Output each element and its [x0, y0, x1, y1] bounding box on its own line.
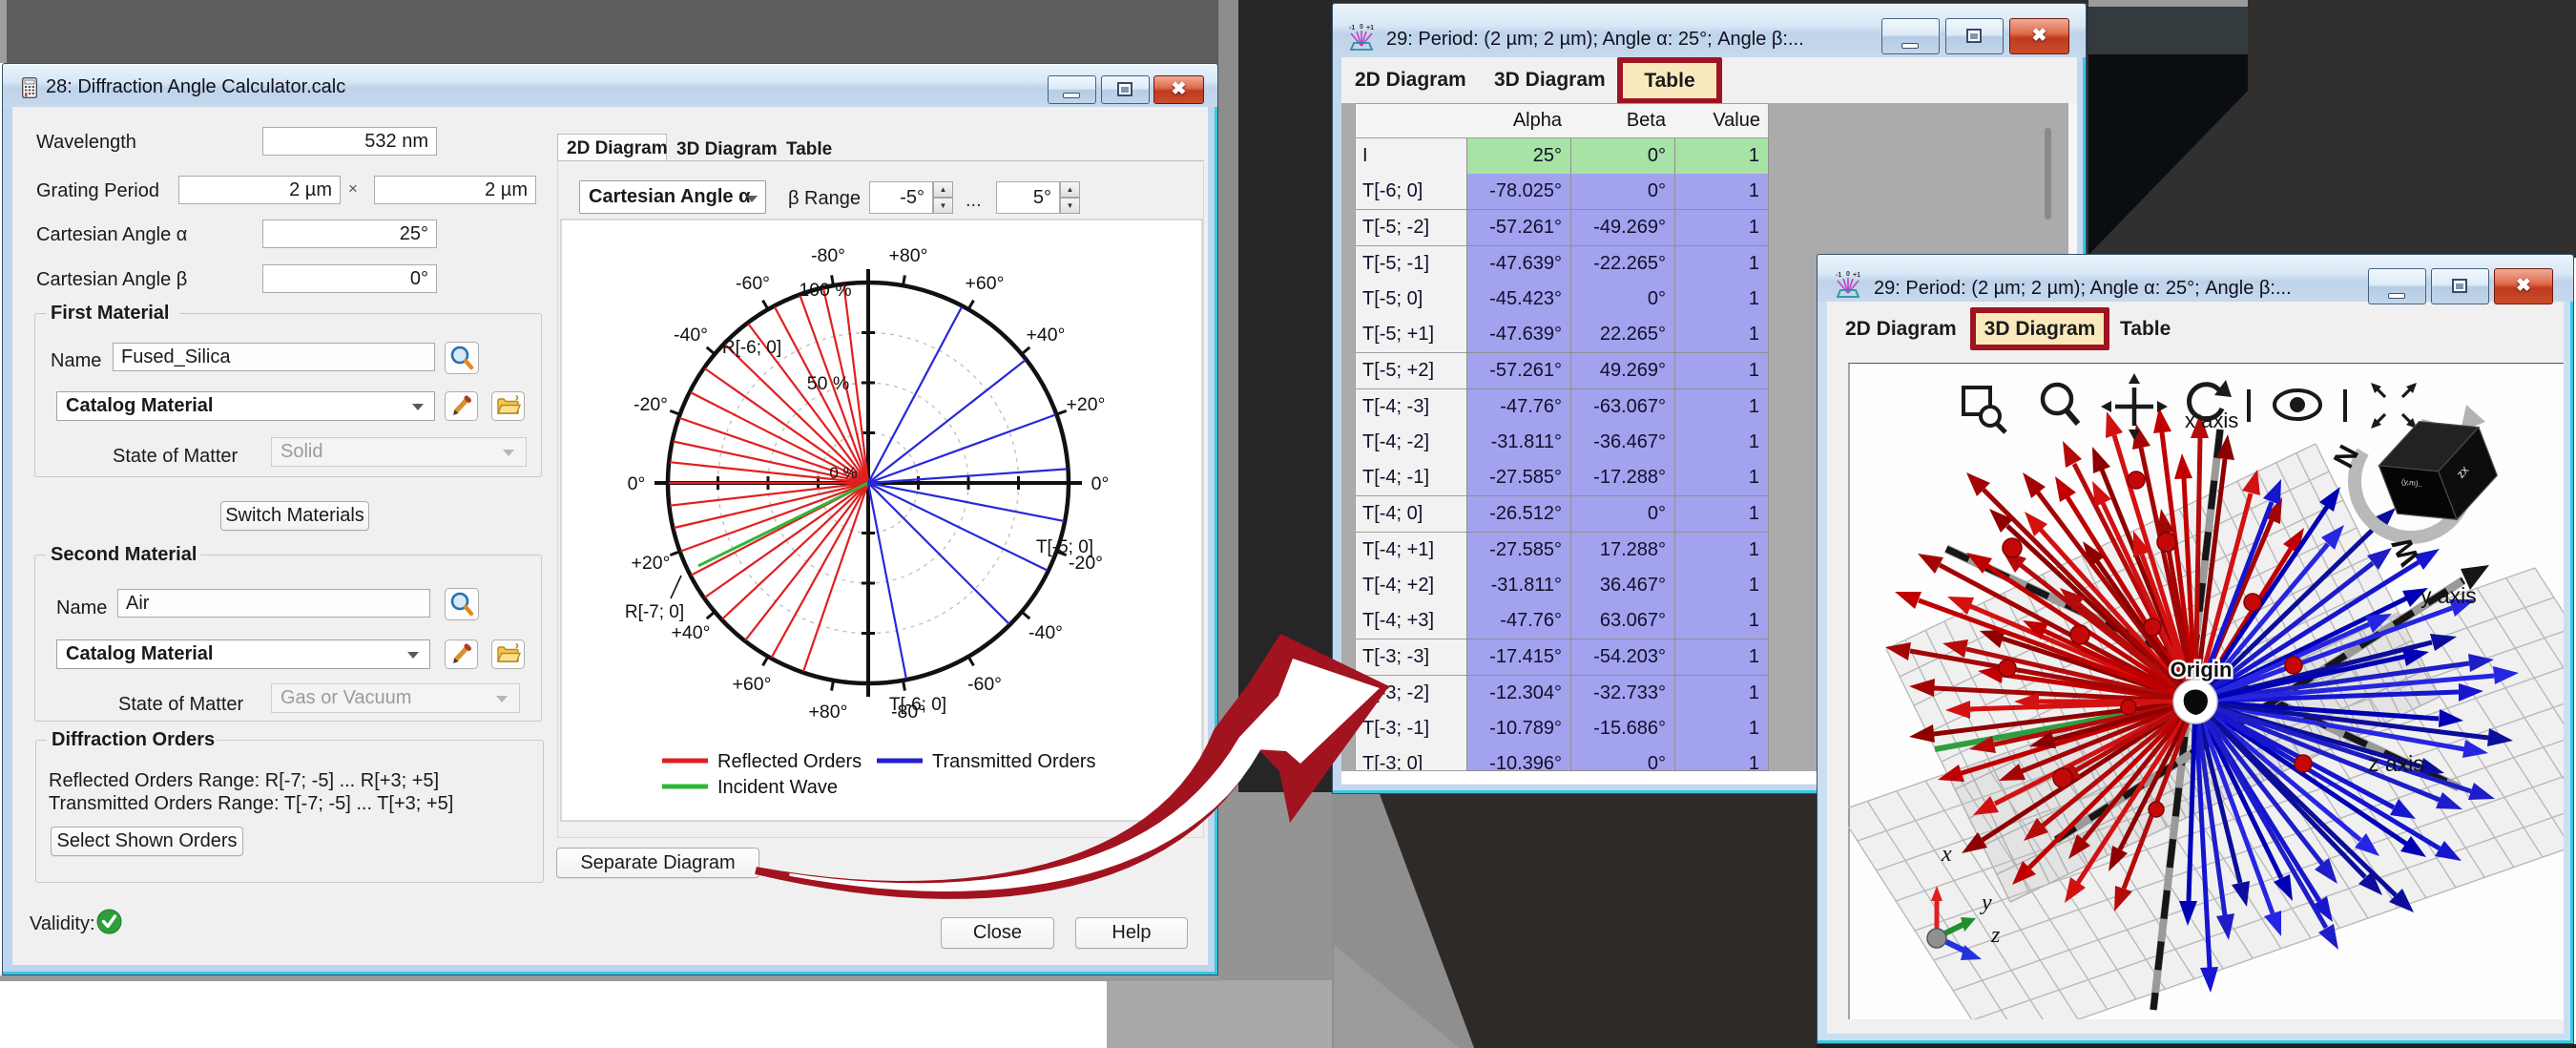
svg-text:+1: +1	[1853, 272, 1860, 279]
svg-text:y axis: y axis	[2420, 583, 2477, 608]
svg-text:Origin: Origin	[2171, 658, 2233, 681]
svg-text:y: y	[1980, 891, 1992, 915]
svg-text:0: 0	[1846, 271, 1850, 278]
svg-text:-1: -1	[1836, 272, 1841, 279]
svg-text:z axis: z axis	[2368, 751, 2424, 776]
svg-text:z: z	[1990, 923, 2001, 948]
svg-text:x: x	[1941, 842, 1952, 867]
